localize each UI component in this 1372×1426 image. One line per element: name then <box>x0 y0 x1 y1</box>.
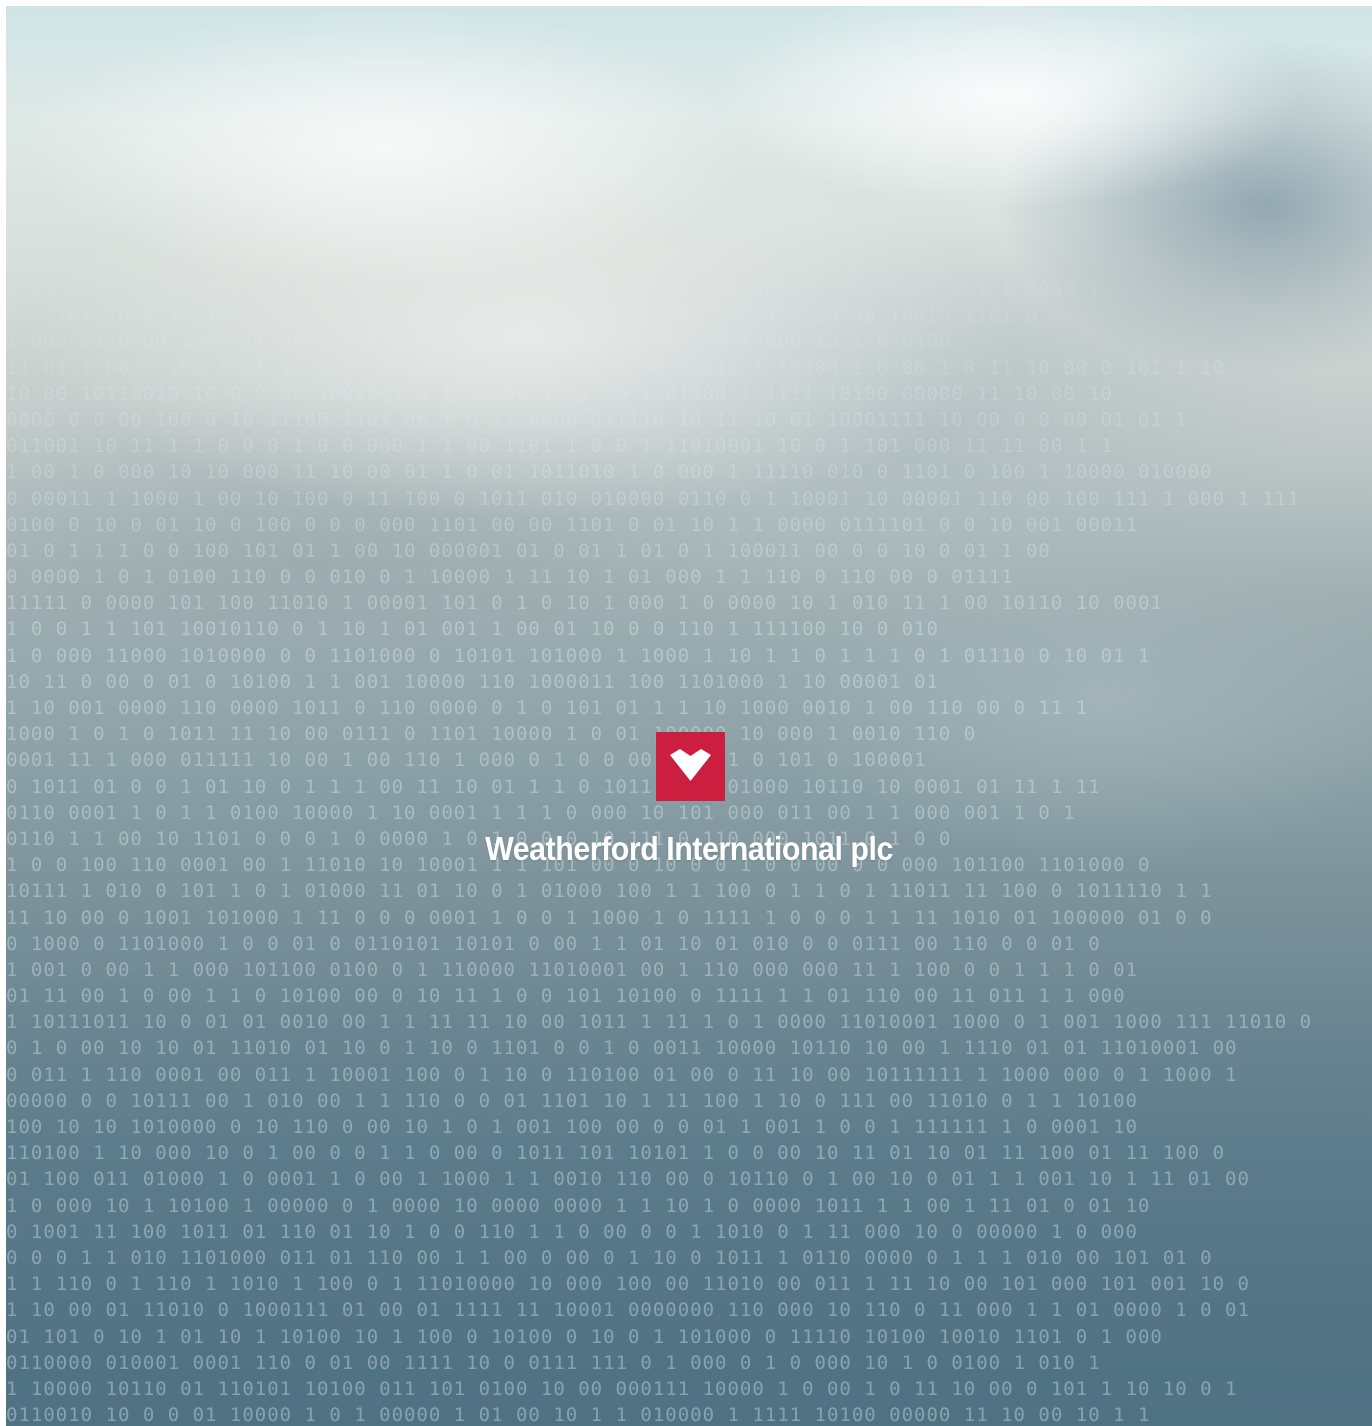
binary-row: 01 100 011 01000 1 0 0001 1 0 00 1 1000 … <box>6 1168 1250 1191</box>
binary-row: 1 000 0110000 1001 11 0001 1 0 1 00 11 1… <box>6 330 952 353</box>
binary-row: 1 0 000 11000 1010000 0 0 1101000 0 1010… <box>6 644 1151 667</box>
binary-row: 0 1001 11 100 1011 01 110 01 10 1 0 0 11… <box>6 1220 1138 1243</box>
binary-row: 0110000 010001 0001 110 0 01 00 1111 10 … <box>6 1351 1101 1374</box>
binary-row: 110100 1 10 000 10 0 1 00 0 0 1 1 0 00 0… <box>6 1142 1226 1165</box>
binary-row: 0 0 0 1 1 010 1101000 011 01 110 00 1 1 … <box>6 1246 1213 1269</box>
binary-row: 0000 0 0 00 100 0 10 11100 1101 00 1 0 1… <box>6 408 1188 431</box>
binary-row: 11 10 00 0 1001 101000 1 11 0 0 0 0001 1… <box>6 906 1213 929</box>
binary-row: 0110010 10 0 0 01 10000 1 0 1 00000 1 01… <box>6 1404 1151 1426</box>
binary-row: 0001 0100 1110 0000 0101 1010 0110 1100 … <box>6 278 1101 300</box>
binary-row: 01 0 1 1 1 0 0 100 101 01 1 00 10 000001… <box>6 539 1051 562</box>
binary-row: 100 10 10 1010000 0 10 110 0 00 10 1 0 1… <box>6 1116 1138 1138</box>
binary-row: 0 00011 1 1000 1 00 10 100 0 11 100 0 10… <box>6 487 1300 510</box>
binary-row: 0 1 0 00 10 10 01 11010 01 10 0 1 10 0 1… <box>6 1037 1238 1060</box>
binary-row: 0 0000 1 0 1 0100 110 0 0 010 0 1 10000 … <box>6 566 1014 589</box>
binary-row: 11111 0 0000 101 100 11010 1 00001 101 0… <box>6 592 1163 615</box>
binary-row: 10111 1 010 0 101 1 0 1 01000 11 01 10 0… <box>6 880 1213 903</box>
binary-row: 1 0 0 1 1 101 10010110 0 1 10 1 01 001 1… <box>6 618 939 641</box>
binary-row: 0110 0001 1 0 1 1 0100 10000 1 10 0001 1… <box>6 801 1076 824</box>
binary-row: 01 11 00 1 0 00 1 1 0 10100 00 0 10 11 1… <box>6 985 1126 1008</box>
binary-row: 0110101 10 0 11 1000 10 1 1101 1011 11 0… <box>6 304 1039 327</box>
binary-row: 1 1 110 0 1 110 1 1010 1 100 0 1 1101000… <box>6 1273 1250 1296</box>
binary-row: 01 101 0 10 1 01 10 1 10100 10 1 100 0 1… <box>6 1325 1163 1348</box>
binary-row: 1 10111011 10 0 01 01 0010 00 1 1 11 11 … <box>6 1011 1313 1034</box>
weatherford-logo <box>656 732 725 801</box>
binary-row: 00000 0 0 10111 00 1 010 00 1 1 110 0 0 … <box>6 1089 1138 1112</box>
binary-row: 0100 0 10 0 01 10 0 100 0 0 0 000 1101 0… <box>6 513 1138 536</box>
binary-row: 1 0 000 10 1 10100 1 00000 0 1 0000 10 0… <box>6 1194 1151 1217</box>
binary-row: 1 10000 10110 01 110101 10100 011 101 01… <box>6 1377 1238 1400</box>
binary-row: 1 10 001 0000 110 0000 1011 0 110 0000 0… <box>6 697 1089 719</box>
binary-row: 1 001 0 00 1 1 000 101100 0100 0 1 11000… <box>6 958 1138 981</box>
binary-row: 011001 10 11 1 1 0 0 0 1 0 0 000 1 1 00 … <box>6 435 1114 458</box>
binary-row: 11 01 1 0000 100 1 01 11 0111 0100 011 1… <box>6 356 1226 379</box>
splash-background: 0001 0100 1110 0000 0101 1010 0110 1100 … <box>6 6 1372 1426</box>
binary-row: 10 11 0 00 0 01 0 10100 1 1 001 10000 11… <box>6 670 939 693</box>
company-name: Weatherford International plc <box>485 830 893 867</box>
binary-row: 0 011 1 110 0001 00 011 1 10001 100 0 1 … <box>6 1063 1238 1086</box>
chevron-heart-icon <box>670 749 711 781</box>
binary-row: 10 00 10110010 10 0 0 01 10000 1 0 1 000… <box>6 382 1114 405</box>
binary-row: 0 1000 0 1101000 1 0 0 01 0 0110101 1010… <box>6 932 1101 955</box>
binary-row: 1 00 1 0 000 10 10 000 11 10 00 01 1 0 0… <box>6 461 1213 484</box>
binary-row: 1 10 00 01 11010 0 1000111 01 00 01 1111… <box>6 1299 1250 1322</box>
